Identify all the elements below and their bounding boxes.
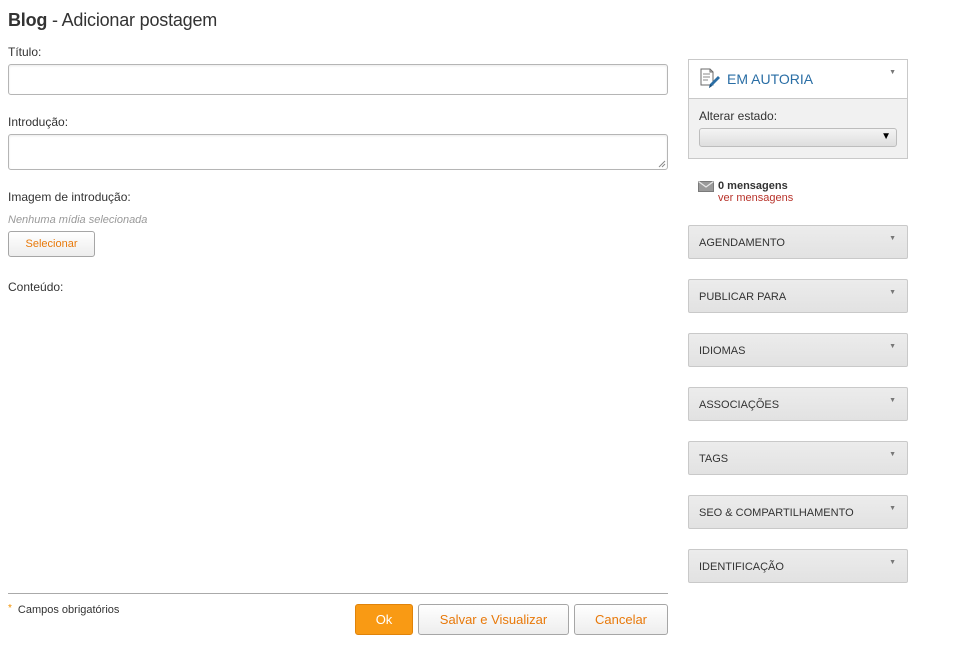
envelope-icon bbox=[698, 181, 714, 195]
panel-languages[interactable]: IDIOMAS ▼ bbox=[688, 333, 908, 367]
chevron-down-icon: ▼ bbox=[889, 235, 896, 242]
chevron-down-icon: ▼ bbox=[889, 505, 896, 512]
intro-textarea[interactable] bbox=[8, 134, 668, 170]
change-state-select[interactable]: ▼ bbox=[699, 128, 897, 147]
panel-label: PUBLICAR PARA bbox=[699, 291, 787, 303]
panel-label: AGENDAMENTO bbox=[699, 237, 785, 249]
chevron-down-icon: ▼ bbox=[889, 451, 896, 458]
panel-label: SEO & COMPARTILHAMENTO bbox=[699, 507, 854, 519]
change-state-label: Alterar estado: bbox=[699, 109, 778, 123]
panel-label: TAGS bbox=[699, 453, 729, 465]
required-fields-text: Campos obrigatórios bbox=[17, 604, 120, 616]
panel-scheduling[interactable]: AGENDAMENTO ▼ bbox=[688, 225, 908, 259]
chevron-down-icon: ▼ bbox=[889, 289, 896, 296]
resize-grip-icon[interactable] bbox=[658, 160, 666, 168]
status-panel-body: Alterar estado: ▼ bbox=[689, 99, 907, 158]
intro-image-label: Imagem de introdução: bbox=[8, 190, 131, 204]
panel-label: IDIOMAS bbox=[699, 345, 746, 357]
content-editor[interactable] bbox=[8, 298, 668, 588]
select-arrow-icon: ▼ bbox=[881, 131, 891, 142]
panel-publish-to[interactable]: PUBLICAR PARA ▼ bbox=[688, 279, 908, 313]
page-title: Blog - Adicionar postagem bbox=[8, 10, 217, 31]
document-edit-icon bbox=[699, 68, 721, 90]
select-media-button[interactable]: Selecionar bbox=[8, 231, 95, 257]
status-panel: EM AUTORIA ▼ Alterar estado: ▼ bbox=[688, 59, 908, 159]
save-and-view-button[interactable]: Salvar e Visualizar bbox=[418, 604, 569, 635]
status-panel-title: EM AUTORIA bbox=[727, 71, 814, 87]
footer-divider bbox=[8, 593, 668, 594]
chevron-down-icon[interactable]: ▼ bbox=[889, 69, 896, 76]
no-media-hint: Nenhuma mídia selecionada bbox=[8, 214, 148, 226]
panel-seo-sharing[interactable]: SEO & COMPARTILHAMENTO ▼ bbox=[688, 495, 908, 529]
panel-tags[interactable]: TAGS ▼ bbox=[688, 441, 908, 475]
chevron-down-icon: ▼ bbox=[889, 343, 896, 350]
required-mark: * bbox=[8, 603, 12, 614]
content-label: Conteúdo: bbox=[8, 280, 64, 294]
messages-count: 0 mensagens bbox=[718, 180, 788, 192]
title-input[interactable] bbox=[8, 64, 668, 95]
intro-label: Introdução: bbox=[8, 115, 69, 129]
cancel-button[interactable]: Cancelar bbox=[574, 604, 668, 635]
chevron-down-icon: ▼ bbox=[889, 559, 896, 566]
ok-button[interactable]: Ok bbox=[355, 604, 413, 635]
panel-identification[interactable]: IDENTIFICAÇÃO ▼ bbox=[688, 549, 908, 583]
chevron-down-icon: ▼ bbox=[889, 397, 896, 404]
panel-label: ASSOCIAÇÕES bbox=[699, 399, 780, 411]
view-messages-link[interactable]: ver mensagens bbox=[718, 192, 793, 204]
page-title-text: Adicionar postagem bbox=[61, 10, 218, 30]
title-label: Título: bbox=[8, 45, 42, 59]
status-panel-header[interactable]: EM AUTORIA ▼ bbox=[689, 60, 907, 99]
page-title-module: Blog bbox=[8, 10, 48, 30]
panel-label: IDENTIFICAÇÃO bbox=[699, 561, 784, 573]
page-title-separator: - bbox=[47, 10, 62, 30]
required-fields-note: * Campos obrigatórios bbox=[8, 603, 120, 616]
panel-associations[interactable]: ASSOCIAÇÕES ▼ bbox=[688, 387, 908, 421]
